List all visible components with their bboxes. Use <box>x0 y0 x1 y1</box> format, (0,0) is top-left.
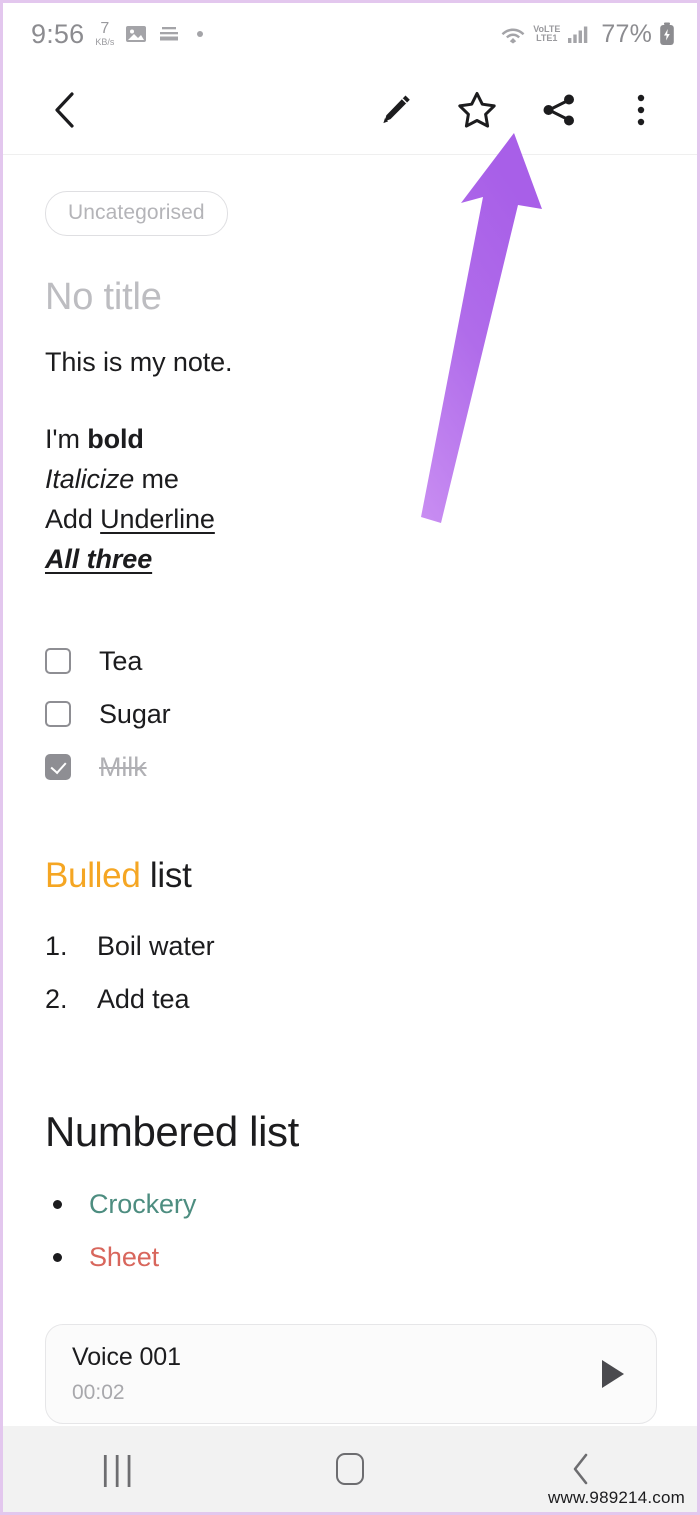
italic-sample-line: Italicize me <box>45 460 657 500</box>
checklist-label: Milk <box>99 751 147 782</box>
ordered-list-number: 1. <box>45 930 68 961</box>
underline-line-underlined: Underline <box>100 503 215 534</box>
network-speed-indicator: 7 KB/s <box>95 21 114 47</box>
status-bar-right: VoLTE LTE1 77% <box>500 20 675 49</box>
overflow-menu-icon <box>637 94 645 125</box>
big-heading[interactable]: Numbered list <box>45 1108 657 1156</box>
voice-recording-card[interactable]: Voice 001 00:02 <box>45 1323 657 1424</box>
orange-heading-plain: list <box>140 855 192 895</box>
recents-icon: ||| <box>100 1450 137 1488</box>
checkbox-unchecked-icon[interactable] <box>45 701 71 728</box>
bold-line-bold: bold <box>87 424 144 454</box>
back-button[interactable] <box>35 80 95 140</box>
play-icon[interactable] <box>602 1359 624 1388</box>
back-chevron-icon <box>55 91 74 128</box>
bulleted-list-item[interactable]: Crockery <box>45 1178 657 1231</box>
ordered-list-item[interactable]: 2. Add tea <box>45 973 657 1026</box>
orange-heading[interactable]: Bulled list <box>45 856 657 896</box>
formatted-text-block[interactable]: I'm bold Italicize me Add Underline All … <box>45 420 657 580</box>
note-content: Uncategorised No title This is my note. … <box>3 155 697 1498</box>
ordered-list-text: Boil water <box>97 930 215 961</box>
checklist-label: Sugar <box>99 698 171 729</box>
share-icon <box>543 94 574 125</box>
checkbox-checked-icon[interactable] <box>45 754 71 781</box>
voice-recording-name: Voice 001 <box>72 1342 181 1371</box>
underline-sample-line: Add Underline <box>45 500 657 540</box>
italic-line-suffix: me <box>134 463 179 494</box>
nav-recents-button[interactable]: ||| <box>3 1426 234 1512</box>
ordered-list: 1. Boil water 2. Add tea <box>45 920 657 1026</box>
nav-back-chevron-icon <box>574 1453 588 1485</box>
battery-percent-label: 77% <box>601 19 652 48</box>
star-outline-icon <box>458 91 496 128</box>
dot-icon <box>197 31 204 37</box>
app-toolbar <box>3 65 697 155</box>
bulleted-list-text: Crockery <box>89 1188 197 1219</box>
edit-button[interactable] <box>365 80 425 140</box>
bulleted-list: Crockery Sheet <box>45 1178 657 1284</box>
voice-recording-duration: 00:02 <box>72 1380 125 1404</box>
all-three-text: All three <box>45 543 153 574</box>
ordered-list-text: Add tea <box>97 983 190 1014</box>
image-icon <box>126 26 147 42</box>
battery-icon <box>660 22 674 45</box>
bold-line-prefix: I'm <box>45 424 88 454</box>
bold-sample-line: I'm bold <box>45 420 657 460</box>
category-chip[interactable]: Uncategorised <box>45 191 228 236</box>
bulleted-list-item[interactable]: Sheet <box>45 1231 657 1284</box>
note-title-placeholder[interactable]: No title <box>45 276 657 319</box>
pencil-icon <box>383 95 410 123</box>
bullet-dot-icon <box>45 1252 89 1262</box>
bulleted-list-text: Sheet <box>89 1241 160 1272</box>
bullet-dot-icon <box>45 1199 89 1209</box>
status-clock: 9:56 <box>31 18 85 49</box>
checklist-item-tea[interactable]: Tea <box>45 635 657 688</box>
status-bar: 9:56 7 KB/s VoLTE LTE1 77% <box>3 3 697 65</box>
ordered-list-number: 2. <box>45 983 68 1014</box>
phone-screen: 9:56 7 KB/s VoLTE LTE1 77% Uncategorised… <box>0 0 700 1515</box>
italic-line-italic: Italicize <box>45 463 135 494</box>
voice-card-texts: Voice 001 00:02 <box>72 1343 602 1405</box>
orange-heading-colored: Bulled <box>45 855 141 895</box>
playlist-icon <box>160 27 179 41</box>
status-bar-left: 9:56 7 KB/s <box>31 18 204 50</box>
volte-bottom-label: LTE1 <box>536 33 558 43</box>
ordered-list-item[interactable]: 1. Boil water <box>45 920 657 973</box>
wifi-icon <box>501 28 525 44</box>
checkbox-list: Tea Sugar Milk <box>45 635 657 794</box>
favorite-button[interactable] <box>447 80 507 140</box>
share-button[interactable] <box>529 80 589 140</box>
watermark-text: www.989214.com <box>548 1488 685 1507</box>
home-icon <box>335 1453 364 1485</box>
all-three-sample-line: All three <box>45 540 657 580</box>
checklist-item-sugar[interactable]: Sugar <box>45 688 657 741</box>
signal-icon <box>568 26 588 43</box>
more-options-button[interactable] <box>611 80 671 140</box>
checklist-item-milk[interactable]: Milk <box>45 741 657 794</box>
underline-line-prefix: Add <box>45 503 101 534</box>
network-speed-value: 7 <box>100 20 110 37</box>
network-speed-unit: KB/s <box>95 37 115 47</box>
nav-home-button[interactable] <box>234 1426 465 1512</box>
checkbox-unchecked-icon[interactable] <box>45 648 71 675</box>
note-paragraph[interactable]: This is my note. <box>45 347 657 378</box>
checklist-label: Tea <box>99 645 143 676</box>
volte-indicator: VoLTE LTE1 <box>533 25 560 43</box>
